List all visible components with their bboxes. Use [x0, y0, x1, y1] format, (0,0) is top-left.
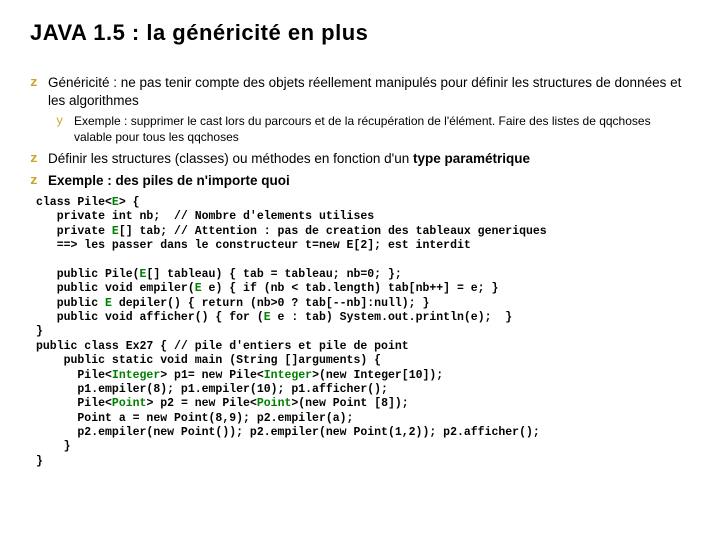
- bullet-text-bold: type paramétrique: [413, 151, 530, 166]
- bullet-item: z Généricité : ne pas tenir compte des o…: [30, 74, 690, 110]
- slide-title: JAVA 1.5 : la généricité en plus: [30, 20, 690, 46]
- bullet-marker-icon: z: [30, 150, 48, 168]
- bullet-text: Généricité : ne pas tenir compte des obj…: [48, 74, 690, 110]
- bullet-text: Exemple : des piles de n'importe quoi: [48, 172, 690, 190]
- sub-bullet-text: Exemple : supprimer le cast lors du parc…: [74, 114, 690, 145]
- bullet-marker-icon: z: [30, 172, 48, 190]
- sub-bullet-marker-icon: y: [56, 114, 74, 130]
- bullet-item: z Exemple : des piles de n'importe quoi: [30, 172, 690, 190]
- bullet-text-part: Définir les structures (classes) ou méth…: [48, 151, 413, 166]
- sub-bullet-item: y Exemple : supprimer le cast lors du pa…: [56, 114, 690, 145]
- code-block: class Pile<E> { private int nb; // Nombr…: [36, 196, 690, 469]
- bullet-item: z Définir les structures (classes) ou mé…: [30, 150, 690, 168]
- bullet-marker-icon: z: [30, 74, 48, 92]
- bullet-text: Définir les structures (classes) ou méth…: [48, 150, 690, 168]
